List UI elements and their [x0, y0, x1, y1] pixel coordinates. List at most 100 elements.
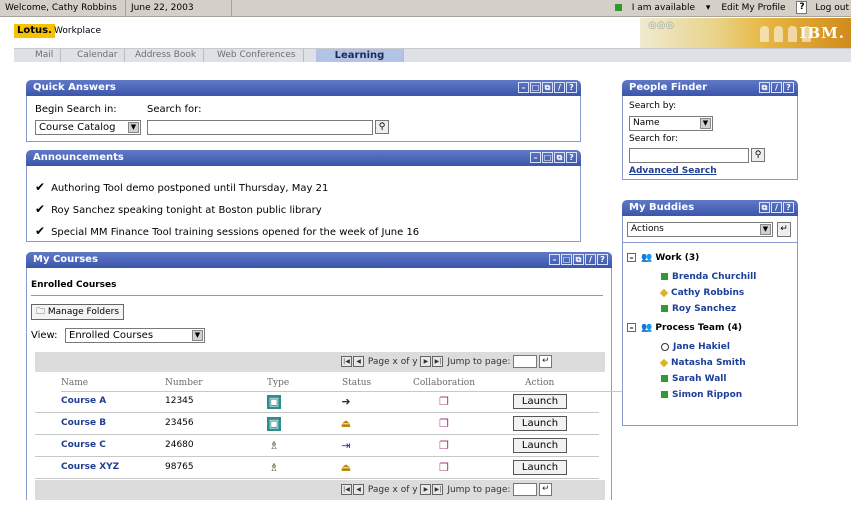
buddy-group-process-team[interactable]: – 👥 Process Team (4) — [627, 322, 742, 334]
help-icon[interactable]: ? — [783, 202, 794, 213]
restore-icon[interactable]: ⧉ — [542, 82, 553, 93]
launch-button[interactable]: Launch — [513, 394, 567, 409]
buddy-item[interactable]: Sarah Wall — [661, 373, 726, 385]
tab-calendar[interactable]: Calendar — [70, 49, 126, 62]
help-icon[interactable]: ? — [597, 254, 608, 265]
last-page-icon[interactable]: ▶| — [432, 356, 444, 367]
prev-page-icon[interactable]: ◀ — [353, 356, 364, 367]
maximize-icon[interactable]: □ — [561, 254, 572, 265]
search-scope-select[interactable]: Course Catalog ▼ — [35, 120, 141, 135]
buddy-name: Jane Hakiel — [673, 342, 730, 352]
online-course-icon: ▣ — [267, 417, 281, 431]
restore-icon[interactable]: ⧉ — [554, 152, 565, 163]
collapse-icon[interactable]: – — [627, 253, 636, 262]
panel-title: My Buddies ⧉ /? — [622, 200, 798, 216]
help-icon[interactable]: ? — [566, 152, 577, 163]
launch-button[interactable]: Launch — [513, 438, 567, 453]
buddy-item[interactable]: Simon Rippon — [661, 389, 742, 401]
quick-answers-panel: Quick Answers – □ ⧉ /? Begin Search in: Sea… — [26, 80, 581, 142]
people-search-input[interactable] — [629, 148, 749, 163]
view-label: View: — [31, 330, 58, 341]
buddy-item[interactable]: Brenda Churchill — [661, 271, 756, 283]
manage-folders-button[interactable]: 🗀 Manage Folders — [31, 304, 125, 320]
go-arrow-icon[interactable]: ↵ — [777, 222, 791, 237]
tab-learning[interactable]: Learning — [316, 49, 404, 62]
edit-icon[interactable]: / — [554, 82, 565, 93]
help-icon[interactable]: ? — [566, 82, 577, 93]
go-arrow-icon[interactable]: ↵ — [539, 355, 553, 368]
advanced-search-link[interactable]: Advanced Search — [629, 166, 717, 176]
collapse-icon[interactable]: – — [627, 323, 636, 332]
edit-icon[interactable]: / — [771, 202, 782, 213]
search-icon[interactable]: ⚲ — [375, 120, 389, 134]
buddy-group-work[interactable]: – 👥 Work (3) — [627, 252, 699, 264]
edit-icon[interactable]: / — [585, 254, 596, 265]
availability-menu[interactable]: I am available ▾ — [607, 3, 710, 13]
jump-page-input[interactable] — [513, 355, 538, 368]
next-page-icon[interactable]: ▶ — [420, 484, 432, 495]
quick-search-input[interactable] — [147, 120, 373, 135]
restore-icon[interactable]: ⧉ — [759, 82, 770, 93]
people-finder-title: People Finder — [629, 82, 708, 93]
prev-page-icon[interactable]: ◀ — [353, 484, 364, 495]
minimize-icon[interactable]: – — [518, 82, 529, 93]
person-figure-icon — [774, 26, 783, 42]
announcement-item[interactable]: ✔ Special MM Finance Tool training sessio… — [35, 224, 419, 240]
search-by-select[interactable]: Name ▼ — [629, 116, 713, 131]
announcement-item[interactable]: ✔ Roy Sanchez speaking tonight at Boston … — [35, 202, 322, 218]
collaboration-icon[interactable]: ❐ — [437, 395, 451, 409]
pager-bottom: |◀ ◀ Page x of y ▶ ▶| Jump to page: ↵ — [341, 483, 553, 497]
maximize-icon[interactable]: □ — [530, 82, 541, 93]
minimize-icon[interactable]: – — [530, 152, 541, 163]
last-page-icon[interactable]: ▶| — [432, 484, 444, 495]
column-header-status[interactable]: Status — [342, 378, 371, 388]
launch-button[interactable]: Launch — [513, 460, 567, 475]
tab-mail[interactable]: Mail — [28, 49, 62, 62]
help-icon[interactable]: ? — [783, 82, 794, 93]
collaboration-icon[interactable]: ❐ — [437, 417, 451, 431]
tab-web-conferences[interactable]: Web Conferences — [210, 49, 304, 62]
maximize-icon[interactable]: □ — [542, 152, 553, 163]
restore-icon[interactable]: ⧉ — [573, 254, 584, 265]
help-icon[interactable]: ? — [796, 1, 808, 14]
column-header-action[interactable]: Action — [525, 378, 554, 388]
course-name-link[interactable]: Course B — [61, 418, 106, 428]
announcement-item[interactable]: ✔ Authoring Tool demo postponed until Thu… — [35, 180, 328, 196]
buddy-actions-select[interactable]: Actions ▼ — [627, 222, 773, 237]
column-header-number[interactable]: Number — [165, 378, 203, 388]
next-page-icon[interactable]: ▶ — [420, 356, 432, 367]
launch-button[interactable]: Launch — [513, 416, 567, 431]
buddy-item[interactable]: Roy Sanchez — [661, 303, 736, 315]
course-name-link[interactable]: Course A — [61, 396, 106, 406]
announcement-text: Authoring Tool demo postponed until Thur… — [51, 183, 329, 194]
logout-link[interactable]: Log out — [815, 3, 849, 13]
edit-icon[interactable]: / — [771, 82, 782, 93]
buddy-item[interactable]: Cathy Robbins — [659, 287, 744, 299]
course-name-link[interactable]: Course XYZ — [61, 462, 119, 472]
people-search-for-label: Search for: — [629, 134, 679, 144]
jump-page-input[interactable] — [513, 483, 538, 496]
begin-search-label: Begin Search in: — [35, 104, 117, 115]
first-page-icon[interactable]: |◀ — [341, 484, 352, 495]
search-icon[interactable]: ⚲ — [751, 148, 765, 162]
column-header-type[interactable]: Type — [267, 378, 289, 388]
course-name-link[interactable]: Course C — [61, 440, 106, 450]
minimize-icon[interactable]: – — [549, 254, 560, 265]
restore-icon[interactable]: ⧉ — [759, 202, 770, 213]
divider — [623, 242, 797, 243]
edit-profile-link[interactable]: Edit My Profile — [721, 3, 785, 13]
column-header-name[interactable]: Name — [61, 378, 88, 388]
my-courses-panel: My Courses – □ ⧉ /? Enrolled Courses 🗀 Mana… — [26, 252, 625, 500]
buddy-item[interactable]: Natasha Smith — [659, 357, 746, 369]
collaboration-icon[interactable]: ❐ — [437, 461, 451, 475]
panel-toolbar: ⧉ /? — [758, 82, 794, 94]
checkmark-icon: ✔ — [35, 202, 46, 216]
view-select[interactable]: Enrolled Courses ▼ — [65, 328, 205, 343]
first-page-icon[interactable]: |◀ — [341, 356, 352, 367]
buddy-item[interactable]: Jane Hakiel — [661, 341, 730, 353]
tab-address-book[interactable]: Address Book — [128, 49, 205, 62]
collaboration-icon[interactable]: ❐ — [437, 439, 451, 453]
column-header-collaboration[interactable]: Collaboration — [413, 378, 475, 388]
go-arrow-icon[interactable]: ↵ — [539, 483, 553, 496]
person-figure-icon — [760, 26, 769, 42]
